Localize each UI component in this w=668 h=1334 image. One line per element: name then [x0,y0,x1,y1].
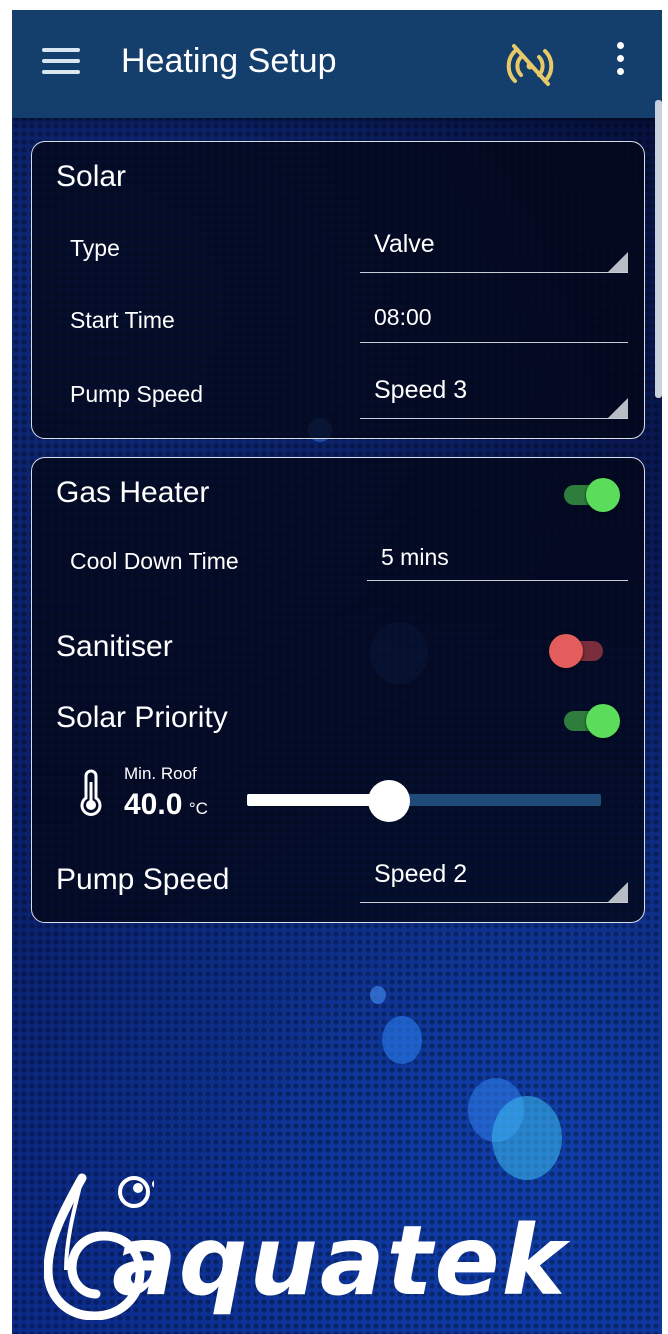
brand-logo-text: aquatek [112,1205,568,1317]
more-vertical-icon[interactable] [610,42,630,84]
thermometer-icon [78,768,104,820]
solar-pump-speed-label: Pump Speed [70,381,203,407]
min-roof-value: 40.0 [124,788,183,821]
cool-down-value: 5 mins [381,544,449,570]
gas-pump-speed-value: Speed 2 [374,860,468,888]
scrollbar[interactable] [655,100,662,398]
solar-pump-speed-select[interactable]: Speed 3 [360,376,628,419]
decorative-bubble [370,986,386,1004]
min-roof-unit: °C [188,799,208,818]
solar-card: Solar Type Valve Start Time 08:00 Pump S… [31,141,645,439]
min-roof-label: Min. Roof [124,764,197,783]
gas-heater-card: Gas Heater Cool Down Time 5 mins Sanitis… [31,457,645,923]
type-select[interactable]: Valve [360,230,628,273]
app-screen: Heating Setup Solar Type Valve Start Tim… [12,10,662,1334]
start-time-value: 08:00 [374,304,432,330]
cool-down-field[interactable]: 5 mins [367,544,628,581]
cool-down-label: Cool Down Time [70,548,239,574]
solar-pump-speed-value: Speed 3 [374,376,468,404]
page-title: Heating Setup [121,42,337,80]
solar-priority-label: Solar Priority [56,701,228,734]
type-label: Type [70,235,120,261]
no-signal-icon[interactable] [506,40,554,88]
solar-title: Solar [56,160,127,193]
gas-heater-title: Gas Heater [56,476,210,509]
hamburger-menu-icon[interactable] [42,43,80,77]
dropdown-arrow-icon [608,252,628,272]
type-value: Valve [374,230,435,258]
min-roof-slider[interactable] [247,780,601,822]
solar-priority-toggle[interactable] [562,704,620,738]
min-roof-readout: 40.0 °C [124,788,208,822]
dropdown-arrow-icon [608,398,628,418]
sanitiser-label: Sanitiser [56,630,173,663]
decorative-bubble [382,1016,422,1064]
dropdown-arrow-icon [608,882,628,902]
gas-pump-speed-select[interactable]: Speed 2 [360,860,628,903]
slider-thumb[interactable] [368,780,410,822]
app-bar: Heating Setup [12,10,662,118]
start-time-label: Start Time [70,307,175,333]
decorative-bubble [492,1096,562,1180]
gas-heater-toggle[interactable] [562,478,620,512]
sanitiser-toggle[interactable] [549,634,607,668]
gas-pump-speed-label: Pump Speed [56,863,230,896]
start-time-field[interactable]: 08:00 [360,304,628,343]
